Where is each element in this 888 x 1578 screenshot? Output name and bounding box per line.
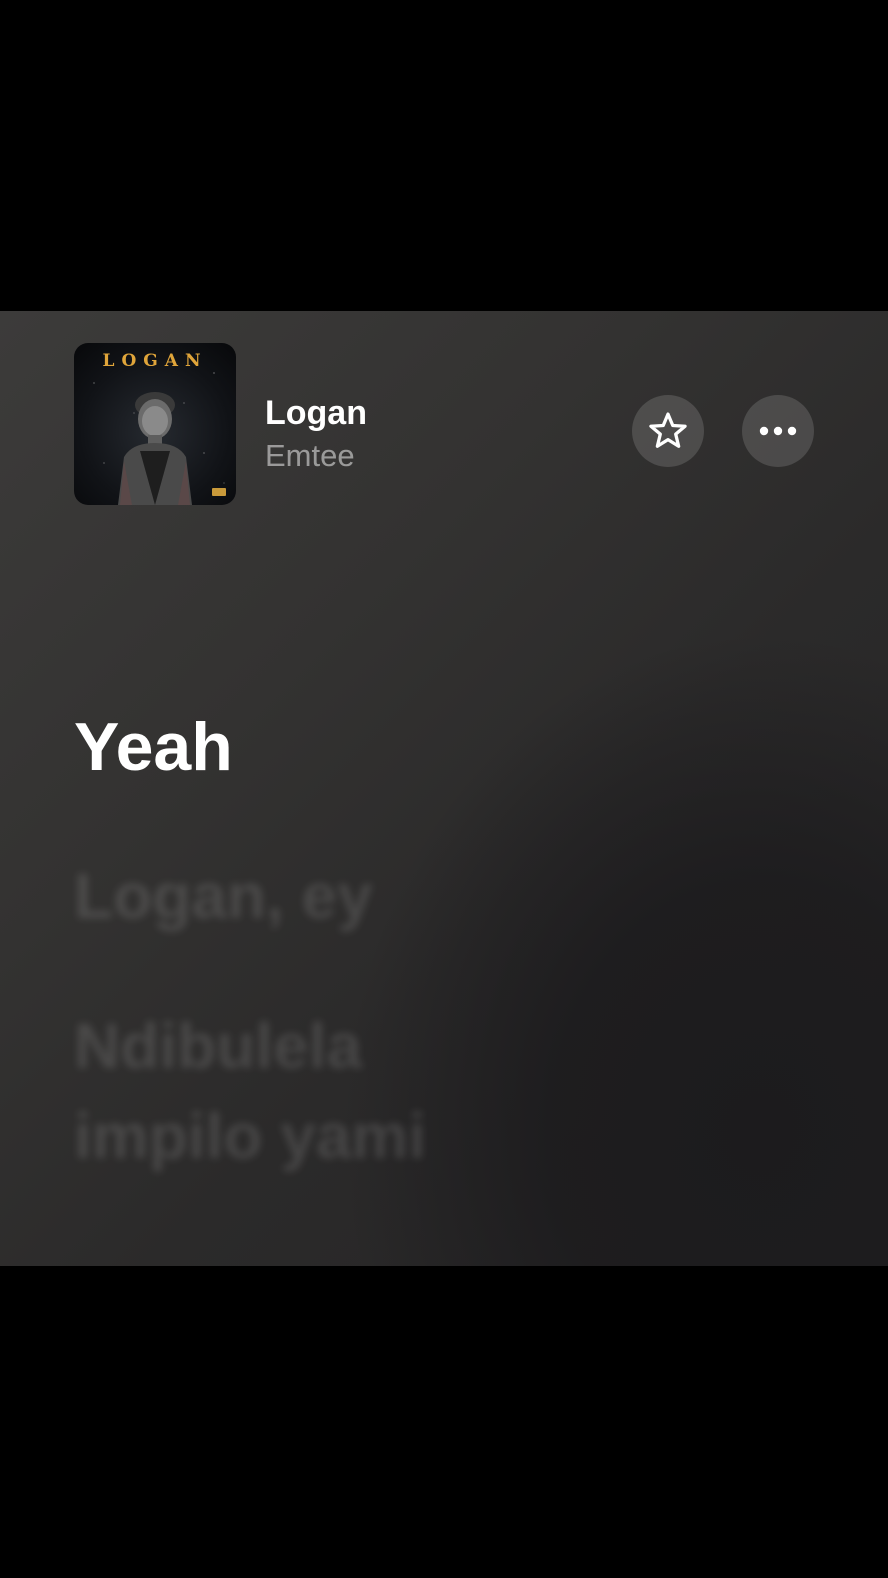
screen: LOGAN Logan Emtee Yeah Logan, ey Ndibule… <box>0 0 888 1578</box>
lyric-line-current[interactable]: Yeah <box>74 703 834 791</box>
ellipsis-icon <box>759 426 797 436</box>
lyric-line[interactable]: Ndibulela <box>74 1001 834 1091</box>
album-art-label-badge <box>212 488 226 496</box>
album-art-figure <box>118 392 192 505</box>
star-icon <box>649 412 687 448</box>
lyrics-view[interactable]: Yeah Logan, ey Ndibulela impilo yami <box>74 703 834 1181</box>
lyrics-player-panel: LOGAN Logan Emtee Yeah Logan, ey Ndibule… <box>0 311 888 1266</box>
now-playing-header: LOGAN Logan Emtee <box>74 343 814 507</box>
track-artist[interactable]: Emtee <box>265 436 367 476</box>
track-info: Logan Emtee <box>265 393 367 476</box>
album-art[interactable]: LOGAN <box>74 343 236 505</box>
favorite-button[interactable] <box>632 395 704 467</box>
lyric-line[interactable]: Logan, ey <box>74 851 834 941</box>
track-title[interactable]: Logan <box>265 393 367 433</box>
more-options-button[interactable] <box>742 395 814 467</box>
lyric-line[interactable]: impilo yami <box>74 1091 834 1181</box>
album-art-title: LOGAN <box>102 351 208 371</box>
